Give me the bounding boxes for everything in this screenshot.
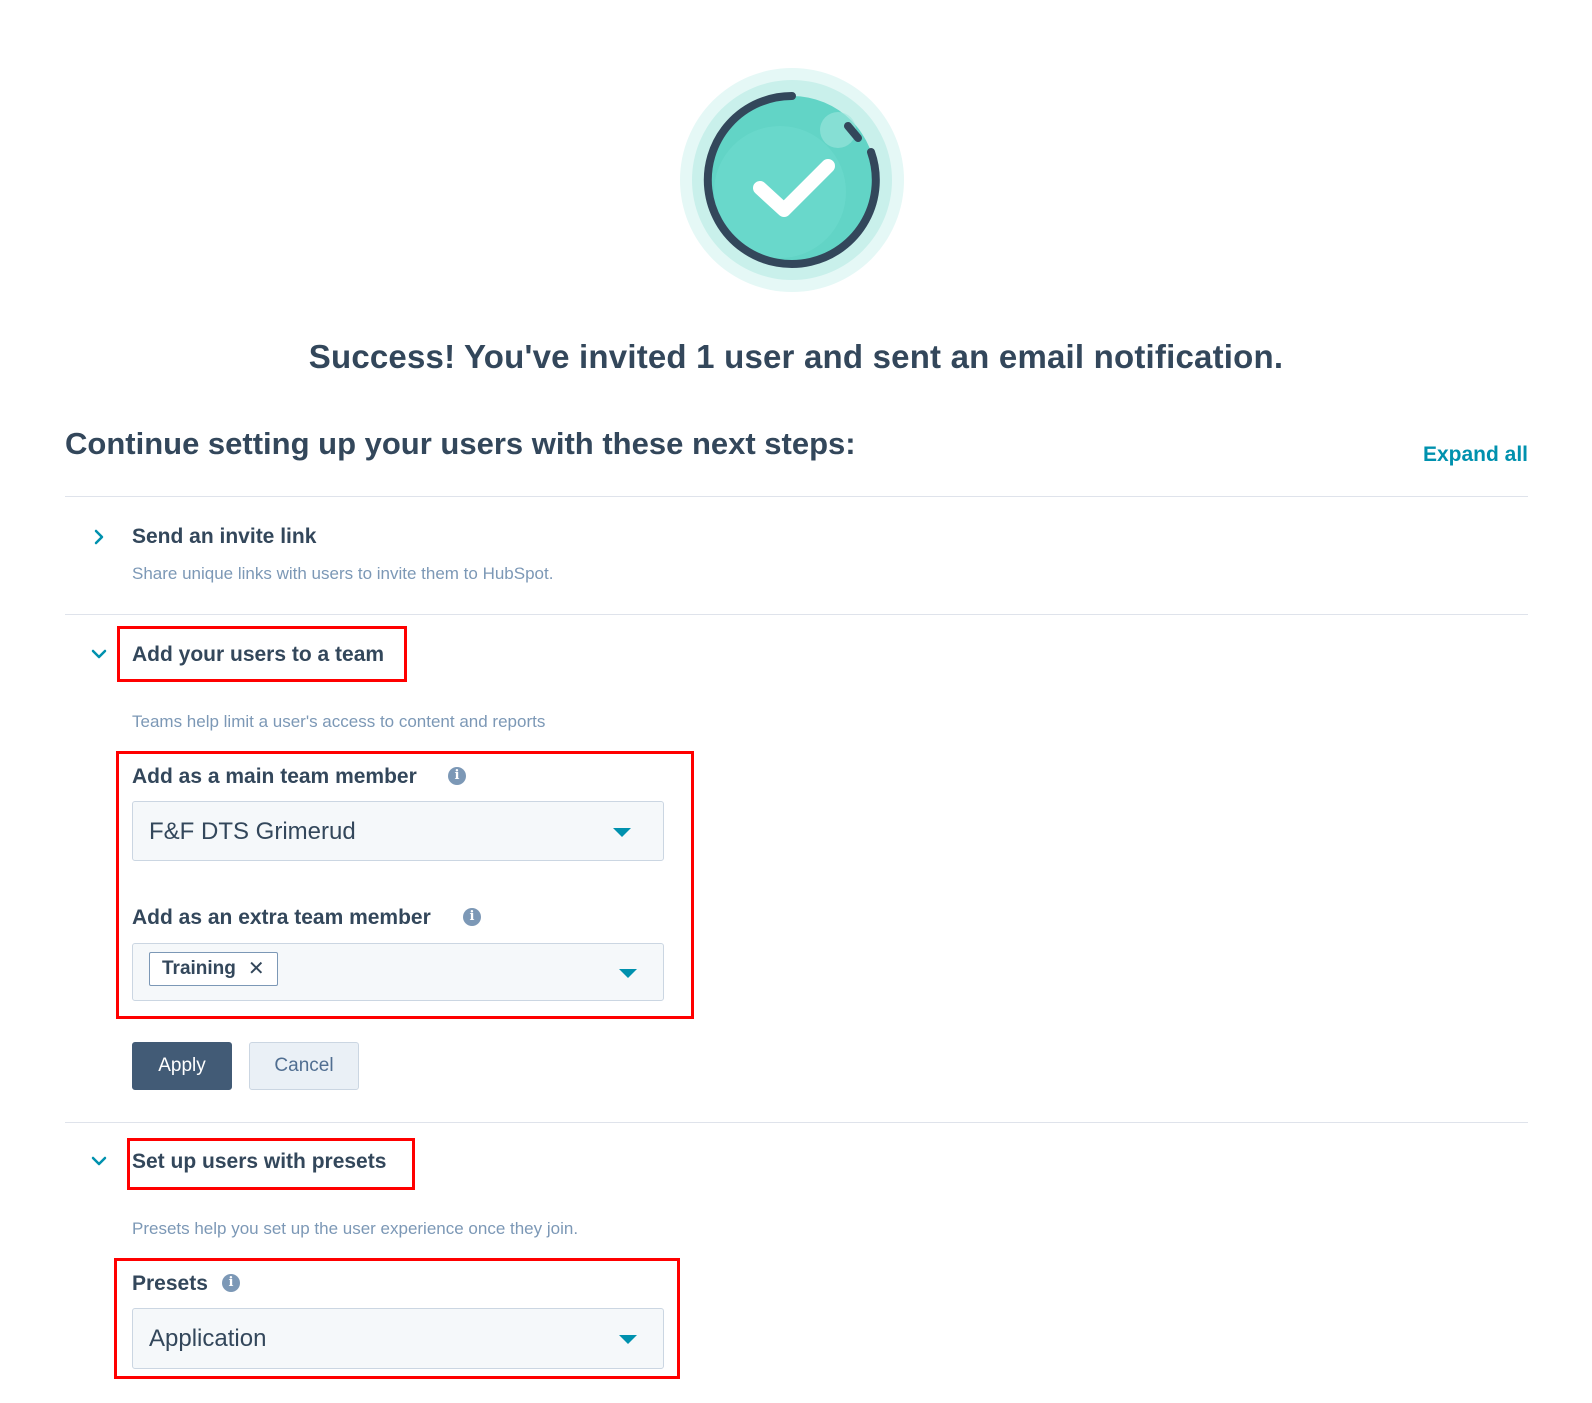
team-tag: Training ✕: [149, 952, 278, 986]
info-icon[interactable]: i: [222, 1274, 240, 1292]
close-icon[interactable]: ✕: [248, 959, 265, 979]
info-icon[interactable]: i: [448, 767, 466, 785]
divider: [65, 496, 1528, 497]
highlight-box: [117, 626, 407, 682]
step-title-invite-link[interactable]: Send an invite link: [132, 525, 316, 549]
presets-label: Presets: [132, 1272, 208, 1295]
info-icon[interactable]: i: [463, 908, 481, 926]
apply-button[interactable]: Apply: [132, 1042, 232, 1090]
caret-down-icon: [619, 1335, 637, 1344]
divider: [65, 1122, 1528, 1123]
main-team-value: F&F DTS Grimerud: [149, 818, 356, 845]
extra-team-select[interactable]: Training ✕: [132, 943, 664, 1001]
main-team-label: Add as a main team member: [132, 765, 417, 788]
chevron-right-icon[interactable]: [88, 526, 110, 548]
divider: [65, 614, 1528, 615]
chevron-down-icon[interactable]: [88, 1150, 110, 1172]
highlight-box: [127, 1138, 415, 1190]
main-team-select[interactable]: F&F DTS Grimerud: [132, 801, 664, 861]
step-description: Presets help you set up the user experie…: [132, 1219, 579, 1238]
step-description: Teams help limit a user's access to cont…: [132, 712, 546, 731]
extra-team-label: Add as an extra team member: [132, 906, 431, 929]
caret-down-icon: [619, 969, 637, 978]
presets-select[interactable]: Application: [132, 1308, 664, 1369]
presets-value: Application: [149, 1325, 267, 1352]
tag-label: Training: [162, 958, 236, 979]
cancel-button[interactable]: Cancel: [249, 1042, 359, 1090]
success-title: Success! You've invited 1 user and sent …: [308, 338, 1284, 375]
success-checkmark-icon: [680, 68, 904, 292]
chevron-down-icon[interactable]: [88, 643, 110, 665]
caret-down-icon: [613, 828, 631, 837]
expand-all-link[interactable]: Expand all: [1378, 443, 1528, 467]
next-steps-heading: Continue setting up your users with thes…: [65, 426, 856, 461]
step-description: Share unique links with users to invite …: [132, 564, 554, 583]
